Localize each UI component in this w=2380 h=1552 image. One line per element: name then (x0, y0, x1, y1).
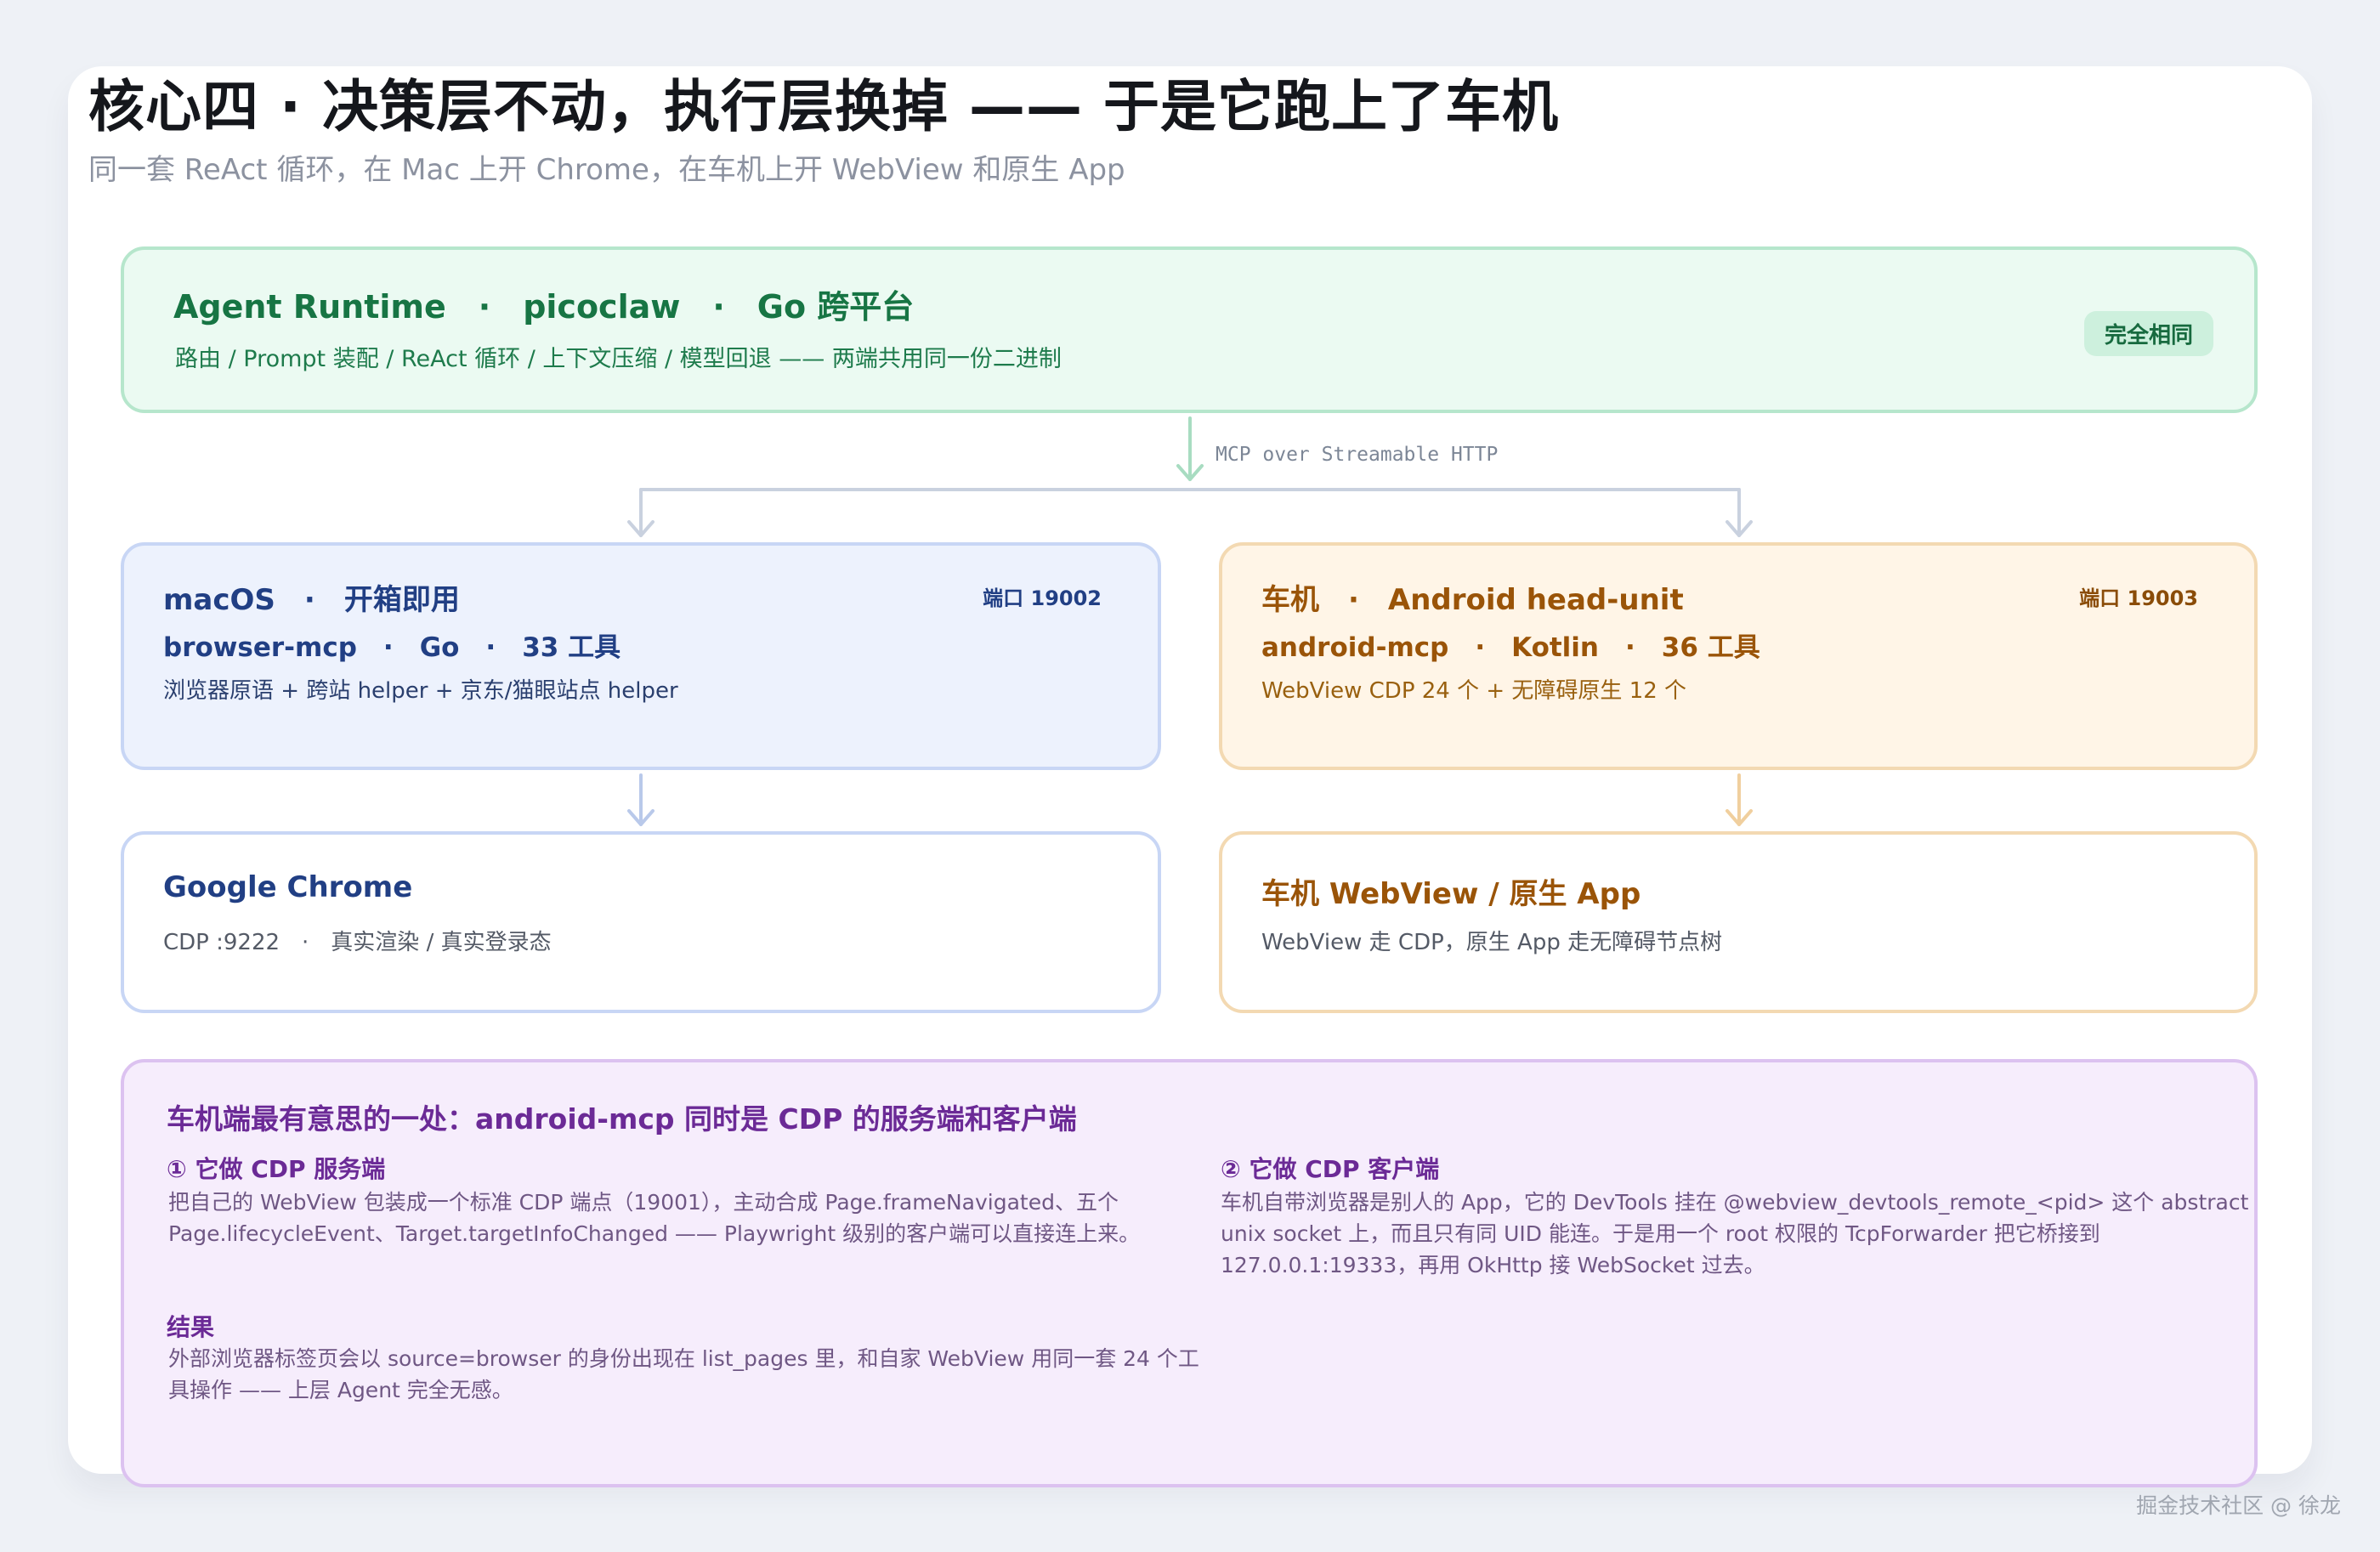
macos-box: macOS · 开箱即用 端口 19002 browser-mcp · Go ·… (121, 542, 1161, 770)
car-port: 端口 19003 (2079, 586, 2198, 610)
client-text-line: 127.0.0.1:19333，再用 OkHttp 接 WebSocket 过去… (1221, 1253, 1765, 1277)
server-heading: ① 它做 CDP 服务端 (167, 1155, 386, 1183)
server-text-line: Page.lifecycleEvent、Target.targetInfoCha… (168, 1221, 1141, 1246)
car-desc: WebView CDP 24 个 + 无障碍原生 12 个 (1261, 678, 1687, 704)
note-title: 车机端最有意思的一处：android-mcp 同时是 CDP 的服务端和客户端 (167, 1102, 1077, 1136)
note-box: 车机端最有意思的一处：android-mcp 同时是 CDP 的服务端和客户端 … (121, 1059, 2258, 1487)
runtime-title: Agent Runtime · picoclaw · Go 跨平台 (173, 288, 915, 326)
edge-label-mcp: MCP over Streamable HTTP (1216, 444, 1498, 466)
macos-desc: 浏览器原语 + 跨站 helper + 京东/猫眼站点 helper (163, 678, 678, 704)
result-text-line: 外部浏览器标签页会以 source=browser 的身份出现在 list_pa… (168, 1346, 1199, 1371)
car-title: 车机 · Android head-unit (1261, 583, 1684, 617)
chrome-title: Google Chrome (163, 870, 413, 904)
result-text-line: 具操作 —— 上层 Agent 完全无感。 (168, 1378, 513, 1402)
runtime-subtitle: 路由 / Prompt 装配 / ReAct 循环 / 上下文压缩 / 模型回退… (175, 346, 1062, 372)
server-text-line: 把自己的 WebView 包装成一个标准 CDP 端点（19001），主动合成 … (168, 1190, 1119, 1215)
car-box: 车机 · Android head-unit 端口 19003 android-… (1219, 542, 2258, 770)
client-text: 车机自带浏览器是别人的 App，它的 DevTools 挂在 @webview_… (1221, 1187, 2248, 1281)
result-text: 外部浏览器标签页会以 source=browser 的身份出现在 list_pa… (168, 1343, 1199, 1406)
macos-port: 端口 19002 (983, 586, 1102, 610)
car-tool-line: android-mcp · Kotlin · 36 工具 (1261, 632, 1760, 663)
client-heading: ② 它做 CDP 客户端 (1221, 1155, 1440, 1183)
diagram-canvas: 核心四 · 决策层不动，执行层换掉 —— 于是它跑上了车机 同一套 ReAct … (0, 0, 2380, 1552)
macos-title: macOS · 开箱即用 (163, 583, 460, 617)
chrome-box: Google Chrome CDP :9222 · 真实渲染 / 真实登录态 (121, 831, 1161, 1013)
server-text: 把自己的 WebView 包装成一个标准 CDP 端点（19001），主动合成 … (168, 1187, 1140, 1249)
webview-title: 车机 WebView / 原生 App (1261, 877, 1641, 911)
runtime-box: Agent Runtime · picoclaw · Go 跨平台 路由 / P… (121, 246, 2258, 413)
watermark: 掘金技术社区 @ 徐龙 (2136, 1493, 2341, 1518)
webview-subtitle: WebView 走 CDP，原生 App 走无障碍节点树 (1261, 930, 1723, 955)
client-text-line: 车机自带浏览器是别人的 App，它的 DevTools 挂在 @webview_… (1221, 1190, 2249, 1215)
macos-tool-line: browser-mcp · Go · 33 工具 (163, 632, 621, 663)
result-heading: 结果 (167, 1313, 215, 1341)
webview-box: 车机 WebView / 原生 App WebView 走 CDP，原生 App… (1219, 831, 2258, 1013)
identical-badge: 完全相同 (2083, 311, 2213, 356)
chrome-subtitle: CDP :9222 · 真实渲染 / 真实登录态 (163, 930, 552, 955)
client-text-line: unix socket 上，而且只有同 UID 能连。于是用一个 root 权限… (1221, 1221, 2100, 1246)
